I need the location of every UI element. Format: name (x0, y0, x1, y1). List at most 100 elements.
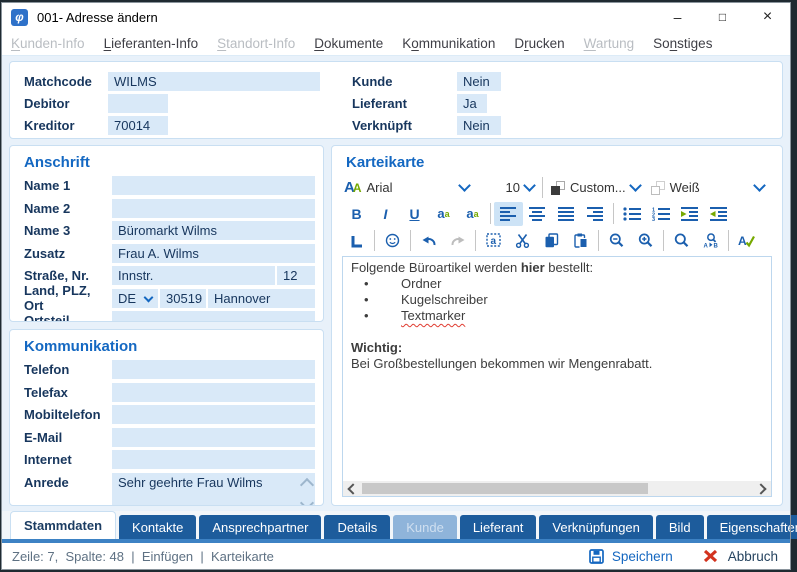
align-left-button[interactable] (494, 202, 523, 226)
align-justify-button[interactable] (552, 202, 581, 226)
tab-kontakte[interactable]: Kontakte (119, 515, 196, 539)
font-name-select[interactable]: Arial (367, 180, 455, 195)
cut-button[interactable] (508, 229, 537, 253)
bold-button[interactable]: B (342, 202, 371, 226)
font-size-select[interactable]: 10 (506, 180, 520, 195)
mobiltelefon-label: Mobiltelefon (24, 407, 112, 422)
ortsteil-field[interactable] (112, 311, 315, 322)
menu-sonstiges[interactable]: Sonstiges (653, 36, 712, 51)
decrease-indent-button[interactable] (704, 202, 733, 226)
scrollbar-thumb[interactable] (362, 483, 648, 494)
highlight-color-chevron-icon[interactable] (753, 179, 766, 192)
align-right-icon (587, 207, 604, 221)
font-size-chevron-icon[interactable] (523, 179, 536, 192)
matchcode-field[interactable]: WILMS (108, 72, 320, 91)
tab-stop-button[interactable] (342, 229, 371, 253)
copy-button[interactable] (537, 229, 566, 253)
mobiltelefon-field[interactable] (112, 405, 315, 424)
underline-button[interactable]: U (400, 202, 429, 226)
app-window: φ 001- Adresse ändern – □ × Kunden-Info … (2, 3, 790, 569)
anrede-textarea[interactable]: Sehr geehrte Frau Wilms (112, 473, 315, 507)
align-left-icon (500, 207, 517, 221)
tab-verknuepfungen[interactable]: Verknüpfungen (539, 515, 652, 539)
bullet-list-button[interactable] (617, 202, 646, 226)
maximize-button[interactable]: □ (700, 3, 745, 31)
undo-button[interactable] (414, 229, 443, 253)
save-floppy-icon (589, 549, 604, 564)
debitor-field[interactable] (108, 94, 168, 113)
subscript-button[interactable]: aa (458, 202, 487, 226)
land-label: Land, PLZ, Ort (24, 283, 112, 313)
align-center-button[interactable] (523, 202, 552, 226)
kreditor-field[interactable]: 70014 (108, 116, 168, 135)
tab-details[interactable]: Details (324, 515, 390, 539)
increase-indent-button[interactable] (675, 202, 704, 226)
land-select[interactable]: DE (112, 289, 158, 308)
scroll-left-icon[interactable] (347, 483, 358, 494)
zoom-out-button[interactable] (602, 229, 631, 253)
decrease-indent-icon (710, 207, 728, 221)
name3-field[interactable]: Büromarkt Wilms (112, 221, 315, 240)
ort-field[interactable]: Hannover (208, 289, 315, 308)
anrede-scroll-up-icon[interactable] (300, 477, 314, 491)
scroll-right-icon[interactable] (755, 483, 766, 494)
telefon-field[interactable] (112, 360, 315, 379)
svg-text:A: A (703, 244, 708, 249)
font-color-chevron-icon[interactable] (629, 179, 642, 192)
editor-text-area[interactable]: Folgende Büroartikel werden hier bestell… (343, 257, 771, 481)
emoji-button[interactable] (378, 229, 407, 253)
menu-lieferanten-info[interactable]: Lieferanten-Info (104, 36, 199, 51)
align-justify-icon (558, 207, 575, 221)
name2-field[interactable] (112, 199, 315, 218)
verknuepft-field: Nein (457, 116, 501, 135)
numbered-list-button[interactable]: 123 (646, 202, 675, 226)
search-button[interactable] (667, 229, 696, 253)
tab-ansprechpartner[interactable]: Ansprechpartner (199, 515, 321, 539)
paste-button[interactable] (566, 229, 595, 253)
plz-field[interactable]: 30519 (160, 289, 206, 308)
zoom-out-icon (609, 233, 624, 248)
tab-bild[interactable]: Bild (656, 515, 704, 539)
anrede-scroll-down-icon[interactable] (300, 495, 314, 506)
cancel-button[interactable]: Abbruch (728, 549, 778, 564)
superscript-button[interactable]: aa (429, 202, 458, 226)
tab-stammdaten[interactable]: Stammdaten (10, 511, 116, 539)
land-dropdown-chevron-icon[interactable] (144, 292, 154, 302)
menu-kommunikation[interactable]: Kommunikation (402, 36, 495, 51)
font-color-select[interactable]: Custom... (570, 180, 626, 195)
editor-horizontal-scrollbar[interactable] (343, 481, 771, 496)
menu-kunden-info[interactable]: Kunden-Info (11, 36, 85, 51)
font-name-chevron-icon[interactable] (458, 179, 471, 192)
menu-drucken[interactable]: Drucken (514, 36, 564, 51)
menu-wartung[interactable]: Wartung (584, 36, 635, 51)
tab-eigenschaften[interactable]: Eigenschaften (707, 515, 797, 539)
tab-lieferant[interactable]: Lieferant (460, 515, 537, 539)
menu-standort-info[interactable]: Standort-Info (217, 36, 295, 51)
name1-field[interactable] (112, 176, 315, 195)
tab-kunde[interactable]: Kunde (393, 515, 457, 539)
hausnummer-field[interactable]: 12 (277, 266, 315, 285)
minimize-button[interactable]: – (655, 3, 700, 31)
email-field[interactable] (112, 428, 315, 447)
strasse-field[interactable]: Innstr. (112, 266, 275, 285)
internet-field[interactable] (112, 450, 315, 469)
align-right-button[interactable] (581, 202, 610, 226)
menu-dokumente[interactable]: Dokumente (314, 36, 383, 51)
name3-label: Name 3 (24, 223, 112, 238)
italic-button[interactable]: I (371, 202, 400, 226)
save-button[interactable]: Speichern (612, 549, 673, 564)
close-button[interactable]: × (745, 3, 790, 31)
highlight-color-select[interactable]: Weiß (670, 180, 750, 195)
zusatz-field[interactable]: Frau A. Wilms (112, 244, 315, 263)
karteikarte-editor: Folgende Büroartikel werden hier bestell… (342, 256, 772, 497)
kommunikation-title: Kommunikation (10, 330, 323, 360)
zoom-in-button[interactable] (631, 229, 660, 253)
redo-button[interactable] (443, 229, 472, 253)
telefax-field[interactable] (112, 383, 315, 402)
search-replace-button[interactable]: AB (696, 229, 725, 253)
select-all-button[interactable]: a (479, 229, 508, 253)
editor-heading: Wichtig: (351, 340, 763, 356)
telefax-label: Telefax (24, 385, 112, 400)
spellcheck-button[interactable]: A (732, 229, 761, 253)
zoom-in-icon (638, 233, 653, 248)
